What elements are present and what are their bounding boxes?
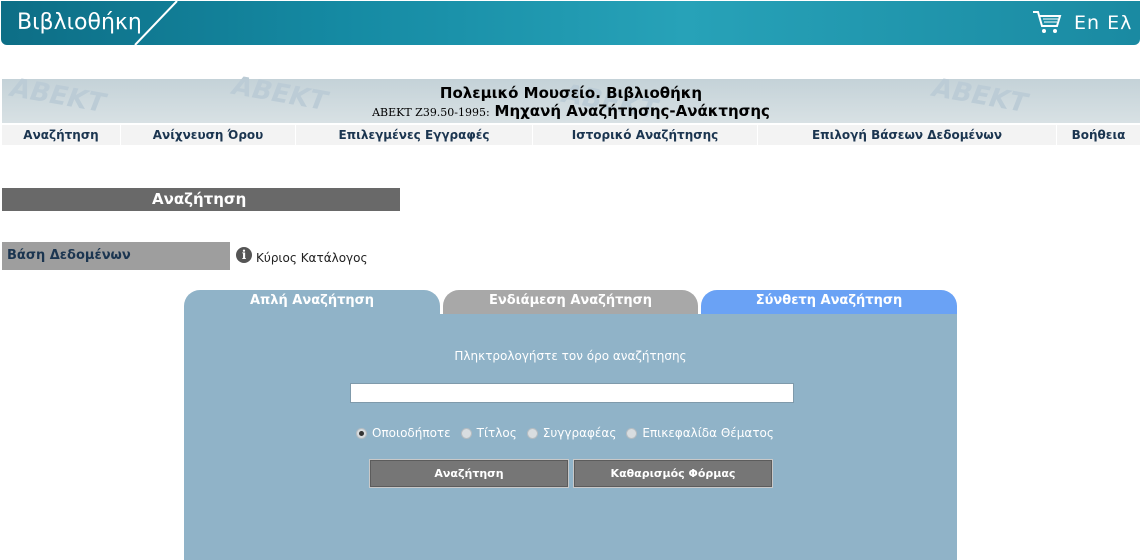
nav-selected-records[interactable]: Επιλεγμένες Εγγραφές xyxy=(296,125,533,145)
search-field-options: Οποιοδήποτε Τίτλος Συγγραφέας Επικεφαλίδ… xyxy=(356,426,784,440)
nav-search-history[interactable]: Ιστορικό Αναζήτησης xyxy=(533,125,758,145)
tab-simple-search[interactable]: Απλή Αναζήτηση xyxy=(184,290,440,314)
banner-title: Βιβλιοθήκη xyxy=(17,10,142,35)
radio-subject-dot[interactable] xyxy=(626,427,638,439)
radio-author-label: Συγγραφέας xyxy=(542,426,617,440)
main-nav: Αναζήτηση Ανίχνευση Όρου Επιλεγμένες Εγγ… xyxy=(2,125,1140,145)
language-switch[interactable]: En Ελ xyxy=(1074,12,1132,34)
nav-select-databases[interactable]: Επιλογή Βάσεων Δεδομένων xyxy=(758,125,1057,145)
radio-author-dot[interactable] xyxy=(526,427,538,439)
radio-title-label: Τίτλος xyxy=(476,426,517,440)
radio-any-dot[interactable] xyxy=(356,427,367,439)
section-header: Αναζήτηση xyxy=(2,188,400,211)
nav-term-scan[interactable]: Ανίχνευση Όρου xyxy=(121,125,296,145)
tab-intermediate-search[interactable]: Ενδιάμεση Αναζήτηση xyxy=(443,290,698,314)
clear-form-button[interactable]: Καθαρισμός Φόρμας xyxy=(573,459,773,488)
nav-search[interactable]: Αναζήτηση xyxy=(2,125,121,145)
radio-title-dot[interactable] xyxy=(460,427,472,439)
nav-help[interactable]: Βοήθεια xyxy=(1057,125,1140,145)
radio-subject-label: Επικεφαλίδα Θέματος xyxy=(642,426,774,440)
search-input[interactable] xyxy=(350,383,794,403)
cart-icon[interactable] xyxy=(1032,9,1062,35)
search-panel: Πληκτρολογήστε τον όρο αναζήτησης Οποιοδ… xyxy=(184,314,957,560)
header-standard: ΑΒΕΚΤ Z39.50-1995: xyxy=(372,106,490,119)
tab-advanced-search[interactable]: Σύνθετη Αναζήτηση xyxy=(701,290,957,314)
banner-divider xyxy=(134,1,178,45)
header-title: Πολεμικό Μουσείο. Βιβλιοθήκη xyxy=(439,84,703,102)
radio-any[interactable]: Οποιοδήποτε xyxy=(356,426,451,440)
search-prompt: Πληκτρολογήστε τον όρο αναζήτησης xyxy=(454,349,687,363)
section-title: Αναζήτηση xyxy=(152,190,247,208)
radio-subject[interactable]: Επικεφαλίδα Θέματος xyxy=(626,426,774,440)
database-value: Κύριος Κατάλογος xyxy=(256,251,368,265)
database-label-box: Βάση Δεδομένων xyxy=(2,242,230,270)
search-button[interactable]: Αναζήτηση xyxy=(369,459,569,488)
database-label: Βάση Δεδομένων xyxy=(7,248,131,263)
radio-any-label: Οποιοδήποτε xyxy=(372,426,451,440)
header-strip: ABEKT ABEKT ABEKT ABEKT Πολεμικό Μουσείο… xyxy=(2,71,1140,125)
radio-author[interactable]: Συγγραφέας xyxy=(526,426,617,440)
header-engine: Μηχανή Αναζήτησης-Ανάκτησης xyxy=(494,102,770,120)
top-banner: Βιβλιοθήκη En Ελ xyxy=(1,1,1140,45)
header-subtitle: ΑΒΕΚΤ Z39.50-1995: Μηχανή Αναζήτησης-Ανά… xyxy=(2,102,1140,120)
info-icon[interactable]: i xyxy=(236,247,252,263)
radio-title[interactable]: Τίτλος xyxy=(460,426,517,440)
